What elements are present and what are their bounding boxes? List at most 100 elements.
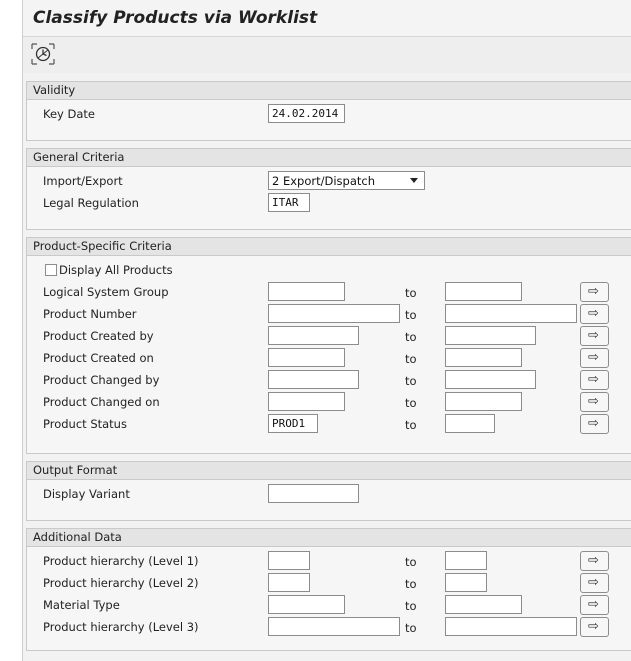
additional-data-title: Additional Data: [33, 530, 122, 544]
range-label: Product Created by: [43, 329, 154, 343]
page-title: Classify Products via Worklist: [33, 8, 318, 28]
range-from-input[interactable]: [268, 282, 345, 301]
range-from-input[interactable]: [268, 595, 345, 614]
execute-button[interactable]: [29, 41, 57, 67]
import-export-label: Import/Export: [43, 174, 123, 188]
to-label: to: [405, 374, 417, 388]
to-label: to: [405, 308, 417, 322]
to-label: to: [405, 418, 417, 432]
output-format-title: Output Format: [33, 463, 118, 477]
to-label: to: [405, 330, 417, 344]
arrow-right-icon: ⇨: [588, 284, 599, 299]
range-from-input[interactable]: [268, 573, 310, 592]
range-from-input[interactable]: [268, 326, 359, 345]
execute-icon: [31, 43, 55, 65]
multiple-selection-button[interactable]: ⇨: [580, 304, 609, 324]
key-date-row: Key Date 24.02.2014: [27, 104, 631, 126]
range-row: Product Number to ⇨: [27, 304, 631, 326]
range-from-input[interactable]: [268, 551, 310, 570]
range-row: Product Created on to ⇨: [27, 348, 631, 370]
key-date-input[interactable]: 24.02.2014: [268, 104, 345, 123]
arrow-right-icon: ⇨: [588, 553, 599, 568]
display-variant-row: Display Variant: [27, 484, 631, 506]
range-from-input[interactable]: PROD1: [268, 414, 318, 433]
multiple-selection-button[interactable]: ⇨: [580, 282, 609, 302]
to-label: to: [405, 555, 417, 569]
display-variant-input[interactable]: [268, 484, 359, 503]
arrow-right-icon: ⇨: [588, 619, 599, 634]
range-row: Product Changed on to ⇨: [27, 392, 631, 414]
range-row: Product Changed by to ⇨: [27, 370, 631, 392]
range-to-input[interactable]: [445, 617, 577, 636]
range-to-input[interactable]: [445, 573, 487, 592]
multiple-selection-button[interactable]: ⇨: [580, 370, 609, 390]
multiple-selection-button[interactable]: ⇨: [580, 392, 609, 412]
import-export-dropdown[interactable]: 2 Export/Dispatch: [268, 171, 425, 190]
range-label: Material Type: [43, 598, 120, 612]
output-format-group: Output Format Display Variant: [26, 461, 631, 521]
multiple-selection-button[interactable]: ⇨: [580, 414, 609, 434]
range-row: Product Created by to ⇨: [27, 326, 631, 348]
application-toolbar: [23, 37, 631, 73]
range-row: Logical System Group to ⇨: [27, 282, 631, 304]
to-label: to: [405, 396, 417, 410]
range-to-input[interactable]: [445, 392, 522, 411]
range-label: Product Changed by: [43, 373, 160, 387]
arrow-right-icon: ⇨: [588, 328, 599, 343]
range-label: Product hierarchy (Level 1): [43, 554, 199, 568]
arrow-right-icon: ⇨: [588, 597, 599, 612]
multiple-selection-button[interactable]: ⇨: [580, 617, 609, 637]
to-label: to: [405, 352, 417, 366]
display-variant-label: Display Variant: [43, 487, 130, 501]
range-to-input[interactable]: [445, 282, 522, 301]
legal-regulation-input[interactable]: ITAR: [268, 193, 310, 212]
range-from-input[interactable]: [268, 370, 359, 389]
range-to-input[interactable]: [445, 370, 536, 389]
to-label: to: [405, 286, 417, 300]
range-label: Product Number: [43, 307, 137, 321]
display-all-checkbox[interactable]: [45, 264, 57, 276]
range-row: Product hierarchy (Level 3) to ⇨: [27, 617, 631, 639]
range-to-input[interactable]: [445, 595, 522, 614]
multiple-selection-button[interactable]: ⇨: [580, 348, 609, 368]
multiple-selection-button[interactable]: ⇨: [580, 573, 609, 593]
range-row: Product Status PROD1 to ⇨: [27, 414, 631, 436]
product-criteria-group: Product-Specific Criteria Display All Pr…: [26, 237, 631, 454]
range-label: Product Changed on: [43, 395, 160, 409]
range-to-input[interactable]: [445, 414, 495, 433]
to-label: to: [405, 599, 417, 613]
output-format-header: Output Format: [27, 462, 631, 480]
to-label: to: [405, 621, 417, 635]
multiple-selection-button[interactable]: ⇨: [580, 551, 609, 571]
general-criteria-title: General Criteria: [33, 150, 125, 164]
multiple-selection-button[interactable]: ⇨: [580, 595, 609, 615]
range-to-input[interactable]: [445, 304, 577, 323]
range-label: Product hierarchy (Level 3): [43, 620, 199, 634]
multiple-selection-button[interactable]: ⇨: [580, 326, 609, 346]
import-export-row: Import/Export 2 Export/Dispatch: [27, 171, 631, 193]
validity-group: Validity Key Date 24.02.2014: [26, 81, 631, 141]
general-criteria-group: General Criteria Import/Export 2 Export/…: [26, 148, 631, 230]
range-row: Material Type to ⇨: [27, 595, 631, 617]
additional-data-group: Additional Data Product hierarchy (Level…: [26, 528, 631, 651]
range-from-input[interactable]: [268, 617, 400, 636]
product-criteria-title: Product-Specific Criteria: [33, 239, 172, 253]
display-all-label: Display All Products: [59, 263, 173, 277]
display-all-row: Display All Products: [27, 260, 631, 282]
range-from-input[interactable]: [268, 304, 400, 323]
import-export-value: 2 Export/Dispatch: [272, 174, 376, 188]
range-from-input[interactable]: [268, 348, 345, 367]
range-label: Product Created on: [43, 351, 154, 365]
range-to-input[interactable]: [445, 551, 487, 570]
product-criteria-header: Product-Specific Criteria: [27, 238, 631, 256]
range-from-input[interactable]: [268, 392, 345, 411]
additional-data-header: Additional Data: [27, 529, 631, 547]
range-label: Logical System Group: [43, 285, 169, 299]
left-margin: [0, 0, 22, 661]
arrow-right-icon: ⇨: [588, 394, 599, 409]
range-to-input[interactable]: [445, 348, 522, 367]
range-to-input[interactable]: [445, 326, 536, 345]
legal-regulation-label: Legal Regulation: [43, 196, 139, 210]
arrow-right-icon: ⇨: [588, 350, 599, 365]
screen: Classify Products via Worklist Validity …: [0, 0, 631, 661]
